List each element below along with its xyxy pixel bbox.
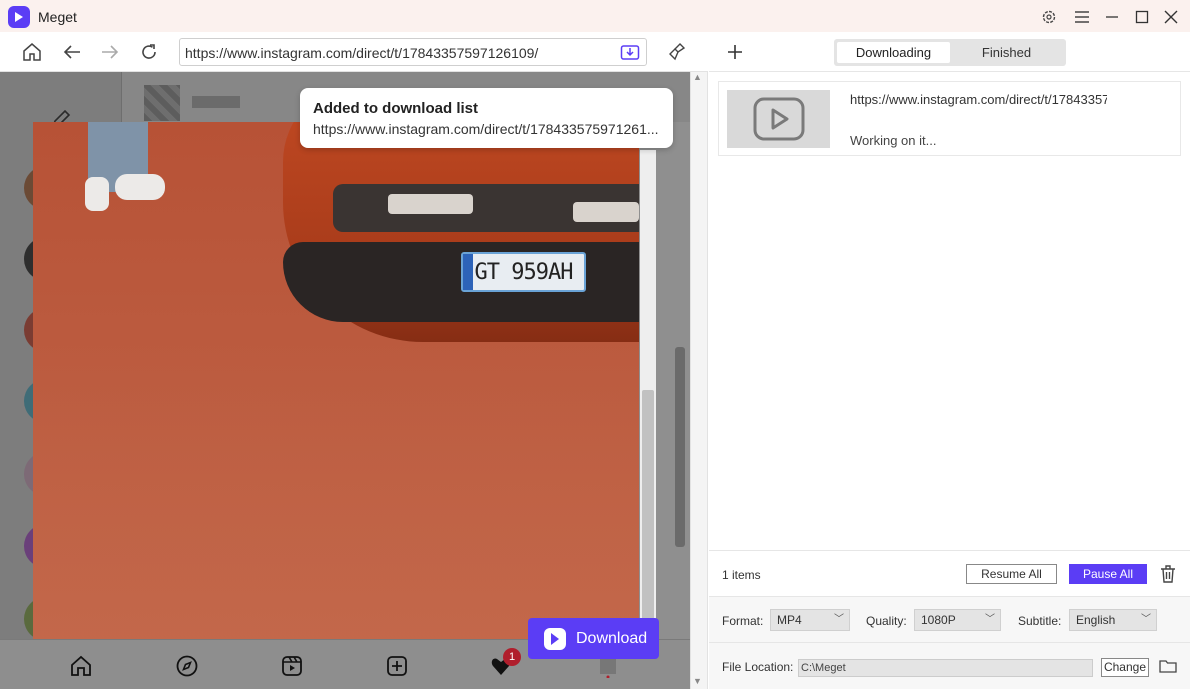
quality-value: 1080P	[921, 613, 956, 627]
trash-icon[interactable]	[1159, 564, 1177, 584]
download-button[interactable]: Download	[528, 618, 659, 659]
close-icon[interactable]	[1160, 6, 1182, 28]
page-scrollbar-thumb[interactable]	[675, 347, 685, 547]
downloads-actions-bar: 1 items Resume All Pause All	[709, 550, 1190, 596]
settings-icon[interactable]	[1038, 6, 1060, 28]
video-floor	[33, 362, 639, 639]
browser-toolbar: https://www.instagram.com/direct/t/17843…	[0, 32, 708, 72]
change-location-button[interactable]: Change	[1101, 658, 1149, 677]
pause-all-button[interactable]: Pause All	[1069, 564, 1147, 584]
format-label: Format:	[722, 614, 764, 628]
download-item-status: Working on it...	[850, 133, 937, 148]
add-to-download-icon[interactable]	[620, 43, 640, 61]
downloads-tabs: Downloading Finished	[834, 39, 1066, 66]
downloads-toolbar: Downloading Finished	[709, 32, 1190, 72]
video-player[interactable]: GT 959AH	[33, 122, 639, 639]
subtitle-select[interactable]: English ﹀	[1069, 609, 1157, 631]
added-to-download-toast: Added to download list https://www.insta…	[300, 88, 673, 148]
title-bar: Meget	[0, 0, 1190, 32]
video-shoe	[115, 174, 165, 200]
app-logo-icon	[8, 6, 30, 28]
resume-all-button[interactable]: Resume All	[966, 564, 1057, 584]
license-plate: GT 959AH	[461, 252, 586, 292]
chevron-down-icon: ﹀	[985, 614, 995, 625]
file-location-input[interactable]: C:\Meget	[798, 659, 1093, 677]
forward-icon[interactable]	[97, 40, 123, 64]
minimize-icon[interactable]	[1101, 6, 1123, 28]
tab-downloading[interactable]: Downloading	[837, 42, 950, 63]
play-icon	[753, 97, 804, 141]
output-settings-bar: Format: MP4 ﹀ Quality: 1080P ﹀ Subtitle:…	[709, 596, 1190, 642]
toast-url: https://www.instagram.com/direct/t/17843…	[313, 121, 659, 137]
panel-splitter[interactable]	[690, 72, 708, 689]
video-car-light	[388, 194, 473, 214]
clean-broom-icon[interactable]	[664, 40, 690, 64]
file-location-bar: File Location: C:\Meget Change	[709, 642, 1190, 689]
scroll-down-icon[interactable]: ▼	[693, 676, 702, 686]
download-item-url: https://www.instagram.com/direct/t/17843…	[850, 92, 1107, 107]
file-location-label: File Location:	[722, 660, 794, 674]
scroll-up-icon[interactable]: ▲	[693, 72, 702, 82]
tab-finished[interactable]: Finished	[950, 42, 1063, 63]
notification-badge: 1	[503, 648, 521, 666]
format-select[interactable]: MP4 ﹀	[770, 609, 850, 631]
home-icon[interactable]	[69, 654, 93, 678]
create-icon[interactable]	[385, 654, 409, 678]
refresh-icon[interactable]	[136, 40, 162, 64]
quality-select[interactable]: 1080P ﹀	[914, 609, 1001, 631]
avatar	[144, 85, 180, 121]
download-logo-icon	[544, 628, 566, 650]
toast-title: Added to download list	[313, 100, 478, 117]
home-icon[interactable]	[19, 40, 45, 64]
video-car-light	[573, 202, 639, 222]
browser-webview[interactable]: GT 959AH 1	[0, 72, 690, 689]
subtitle-value: English	[1076, 613, 1116, 627]
reels-icon[interactable]	[280, 654, 304, 678]
download-item[interactable]: https://www.instagram.com/direct/t/17843…	[718, 81, 1181, 156]
subtitle-label: Subtitle:	[1018, 614, 1062, 628]
folder-icon[interactable]	[1159, 658, 1177, 676]
license-plate-text: GT 959AH	[474, 259, 574, 285]
download-button-label: Download	[576, 630, 648, 647]
video-thumbnail	[727, 90, 830, 148]
maximize-icon[interactable]	[1131, 6, 1153, 28]
video-scrollbar-thumb[interactable]	[642, 390, 654, 620]
quality-label: Quality:	[866, 614, 907, 628]
items-count: 1 items	[722, 568, 761, 582]
app-title: Meget	[38, 9, 77, 25]
chat-username-redacted	[192, 96, 240, 108]
url-input[interactable]: https://www.instagram.com/direct/t/17843…	[179, 38, 647, 66]
menu-icon[interactable]	[1071, 6, 1093, 28]
format-value: MP4	[777, 613, 802, 627]
chevron-down-icon: ﹀	[834, 614, 844, 625]
add-icon[interactable]	[724, 41, 746, 63]
url-text: https://www.instagram.com/direct/t/17843…	[185, 45, 539, 61]
video-shoe	[85, 177, 109, 211]
explore-icon[interactable]	[175, 654, 199, 678]
chevron-down-icon: ﹀	[1141, 614, 1151, 625]
downloads-panel: Downloading Finished https://www.instagr…	[709, 32, 1190, 689]
back-icon[interactable]	[59, 40, 85, 64]
